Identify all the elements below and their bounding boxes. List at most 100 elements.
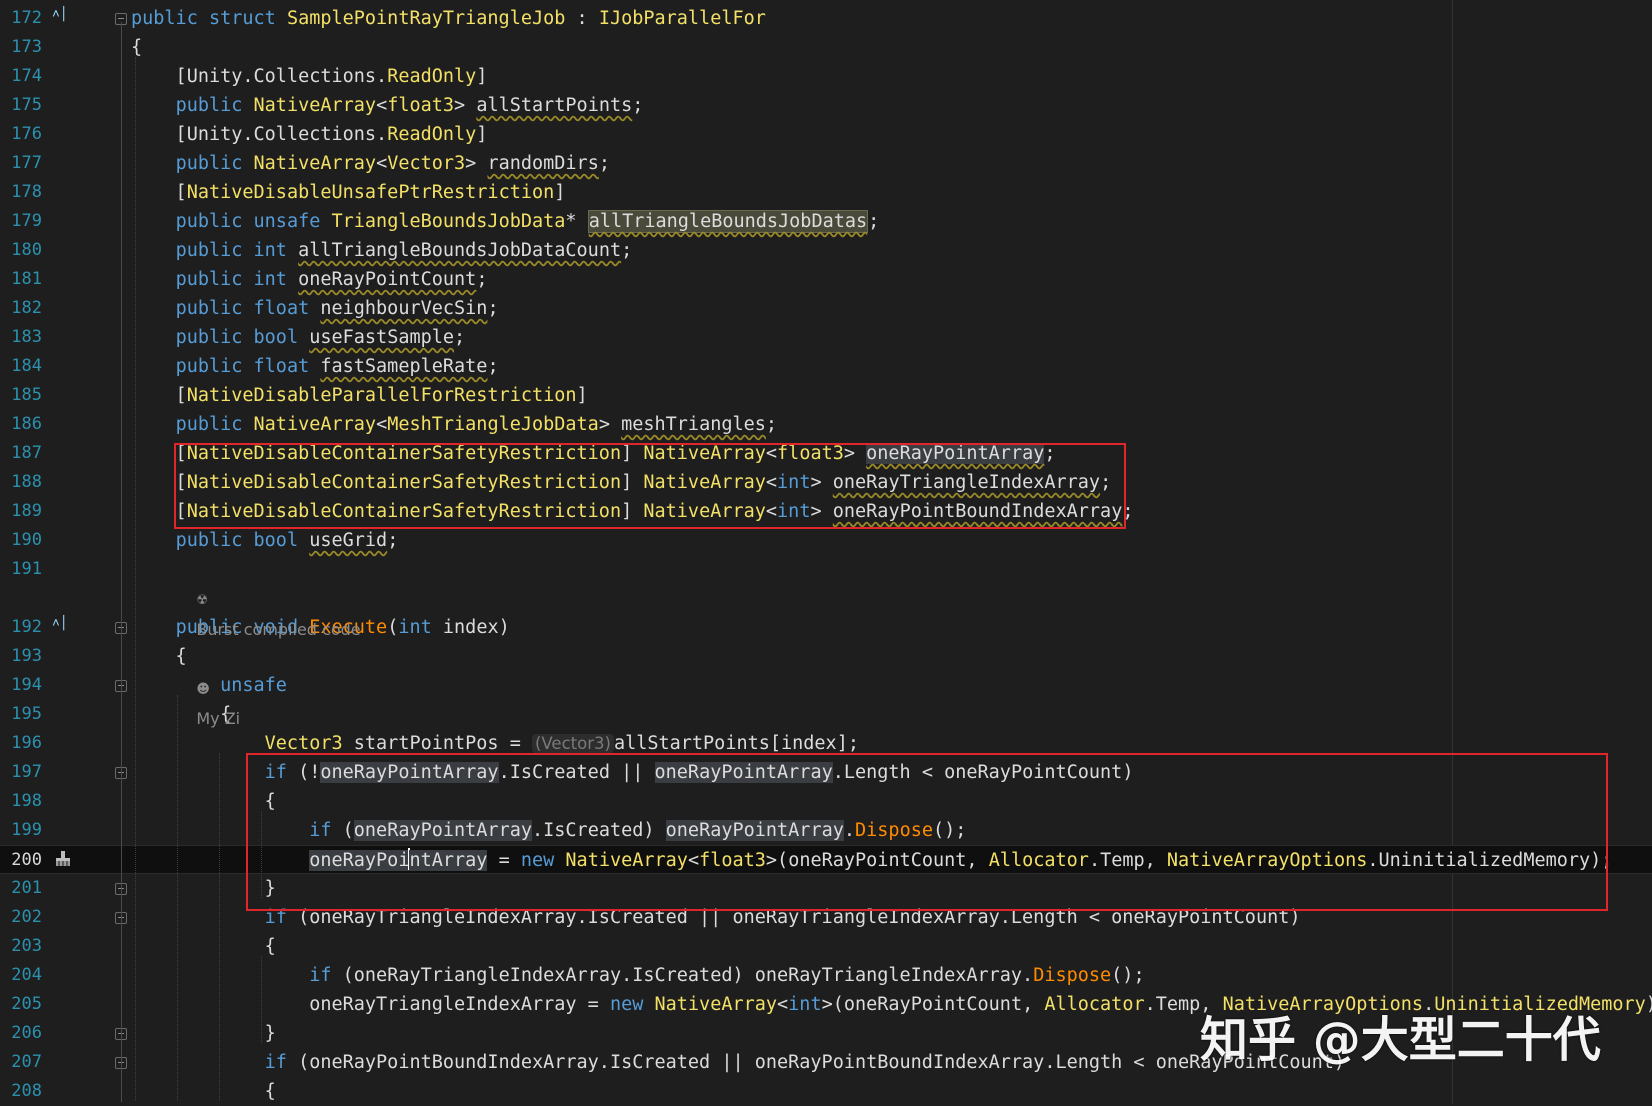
burst-compiled-label[interactable]: Burst compiled code [196, 620, 360, 639]
code-line[interactable]: 183 public bool useFastSample; [0, 323, 1652, 352]
code-text[interactable]: [Unity.Collections.ReadOnly] [131, 120, 488, 149]
code-text[interactable]: { [131, 33, 142, 62]
bookmark-up-icon[interactable]: ˄│ [52, 8, 68, 21]
code-line[interactable]: 176 [Unity.Collections.ReadOnly] [0, 120, 1652, 149]
author-label[interactable]: My Zi [196, 709, 240, 728]
line-number: 191 [11, 559, 42, 579]
type-token: Allocator [1044, 994, 1145, 1015]
code-token: >(oneRayPointCount, [821, 994, 1045, 1015]
field-name: randomDirs [487, 153, 599, 174]
line-number: 181 [11, 269, 42, 289]
line-number: 178 [11, 182, 42, 202]
code-text[interactable]: public NativeArray<Vector3> randomDirs; [131, 149, 610, 178]
code-text[interactable]: public int allTriangleBoundsJobDataCount… [131, 236, 633, 265]
code-text[interactable]: public float fastSamepleRate; [131, 352, 499, 381]
indent-guide [135, 57, 136, 1101]
indent-guide [261, 811, 262, 898]
code-token: [Unity.Collections. [131, 66, 388, 87]
code-line[interactable]: 185 [NativeDisableParallelForRestriction… [0, 381, 1652, 410]
code-text[interactable]: { [131, 1077, 276, 1106]
field-name: neighbourVecSin [320, 298, 488, 319]
user-icon: ☻ [196, 682, 210, 697]
code-token: [ [131, 385, 187, 406]
code-line[interactable]: 174 [Unity.Collections.ReadOnly] [0, 62, 1652, 91]
line-number: 204 [11, 965, 42, 985]
code-text[interactable]: } [131, 1019, 276, 1048]
code-line[interactable]: 184 public float fastSamepleRate; [0, 352, 1652, 381]
code-line[interactable]: 178 [NativeDisableUnsafePtrRestriction] [0, 178, 1652, 207]
line-number: 184 [11, 356, 42, 376]
keyword-token: bool [253, 327, 310, 348]
line-number: 188 [11, 472, 42, 492]
code-token: { [131, 936, 276, 957]
code-line[interactable]: 175 public NativeArray<float3> allStartP… [0, 91, 1652, 120]
code-token: } [131, 1023, 276, 1044]
code-line[interactable]: 204 if (oneRayTriangleIndexArray.IsCreat… [0, 961, 1652, 990]
code-token: ); [1646, 994, 1652, 1015]
code-token: (oneRayTriangleIndexArray.IsCreated) one… [342, 965, 1034, 986]
line-number: 172 [11, 8, 42, 28]
annotation-box-fields [174, 443, 1126, 529]
code-token: > [454, 95, 477, 116]
line-number: 198 [11, 791, 42, 811]
code-text[interactable]: public float neighbourVecSin; [131, 294, 499, 323]
line-number: 205 [11, 994, 42, 1014]
code-text[interactable]: [NativeDisableUnsafePtrRestriction] [131, 178, 566, 207]
field-name: fastSamepleRate [320, 356, 488, 377]
code-text[interactable]: public struct SamplePointRayTriangleJob … [131, 4, 766, 33]
code-line[interactable]: 181 public int oneRayPointCount; [0, 265, 1652, 294]
keyword-token: float [253, 356, 321, 377]
code-line[interactable]: 180 public int allTriangleBoundsJobDataC… [0, 236, 1652, 265]
bookmark-up-icon[interactable]: ˄│ [52, 617, 68, 630]
code-token: ] [476, 66, 488, 87]
keyword-token: public [131, 8, 209, 29]
code-text[interactable]: public bool useFastSample; [131, 323, 466, 352]
code-token: : [565, 8, 599, 29]
type-token: NativeArray [253, 414, 377, 435]
code-line[interactable]: 190 public bool useGrid; [0, 526, 1652, 555]
code-token: ; [476, 269, 488, 290]
code-text[interactable]: [Unity.Collections.ReadOnly] [131, 62, 488, 91]
code-text[interactable]: if (oneRayTriangleIndexArray.IsCreated) … [131, 961, 1144, 990]
line-number: 174 [11, 66, 42, 86]
code-text[interactable]: [NativeDisableParallelForRestriction] [131, 381, 588, 410]
keyword-token: public [175, 298, 254, 319]
code-text[interactable]: if (oneRayPointBoundIndexArray.IsCreated… [131, 1048, 1345, 1077]
code-text[interactable]: public NativeArray<MeshTriangleJobData> … [131, 410, 777, 439]
code-line[interactable]: 208 { [0, 1077, 1652, 1106]
code-line[interactable]: 186 public NativeArray<MeshTriangleJobDa… [0, 410, 1652, 439]
type-token: ReadOnly [387, 66, 477, 87]
code-text[interactable]: public NativeArray<float3> allStartPoint… [131, 91, 644, 120]
line-number: 180 [11, 240, 42, 260]
line-number: 173 [11, 37, 42, 57]
code-text[interactable]: { [131, 932, 276, 961]
keyword-token: int [398, 617, 443, 638]
code-line[interactable]: 203 { [0, 932, 1652, 961]
line-number: 207 [11, 1052, 42, 1072]
line-number: 177 [11, 153, 42, 173]
code-text[interactable]: public int oneRayPointCount; [131, 265, 488, 294]
code-token: ] [476, 124, 488, 145]
keyword-token: public [175, 269, 254, 290]
keyword-token: public [175, 240, 254, 261]
code-line[interactable]: 179 public unsafe TriangleBoundsJobData*… [0, 207, 1652, 236]
code-line[interactable]: 182 public float neighbourVecSin; [0, 294, 1652, 323]
keyword-token: new [609, 994, 655, 1015]
code-token: > [598, 414, 622, 435]
field-name-selected: allTriangleBoundsJobDatas [587, 210, 869, 233]
field-name: meshTriangles [621, 414, 766, 435]
code-text[interactable]: public unsafe TriangleBoundsJobData* all… [131, 207, 879, 236]
code-text[interactable]: public bool useGrid; [131, 526, 399, 555]
line-number: 196 [11, 733, 42, 753]
line-number: 206 [11, 1023, 42, 1043]
code-line[interactable]: 173 { [0, 33, 1652, 62]
code-line[interactable]: 177 public NativeArray<Vector3> randomDi… [0, 149, 1652, 178]
code-token: ; [487, 356, 499, 377]
code-editor[interactable]: 172 public struct SamplePointRayTriangleJ… [0, 0, 1652, 1104]
line-number: 194 [11, 675, 42, 695]
code-line[interactable]: 172 public struct SamplePointRayTriangleJ… [0, 4, 1652, 33]
